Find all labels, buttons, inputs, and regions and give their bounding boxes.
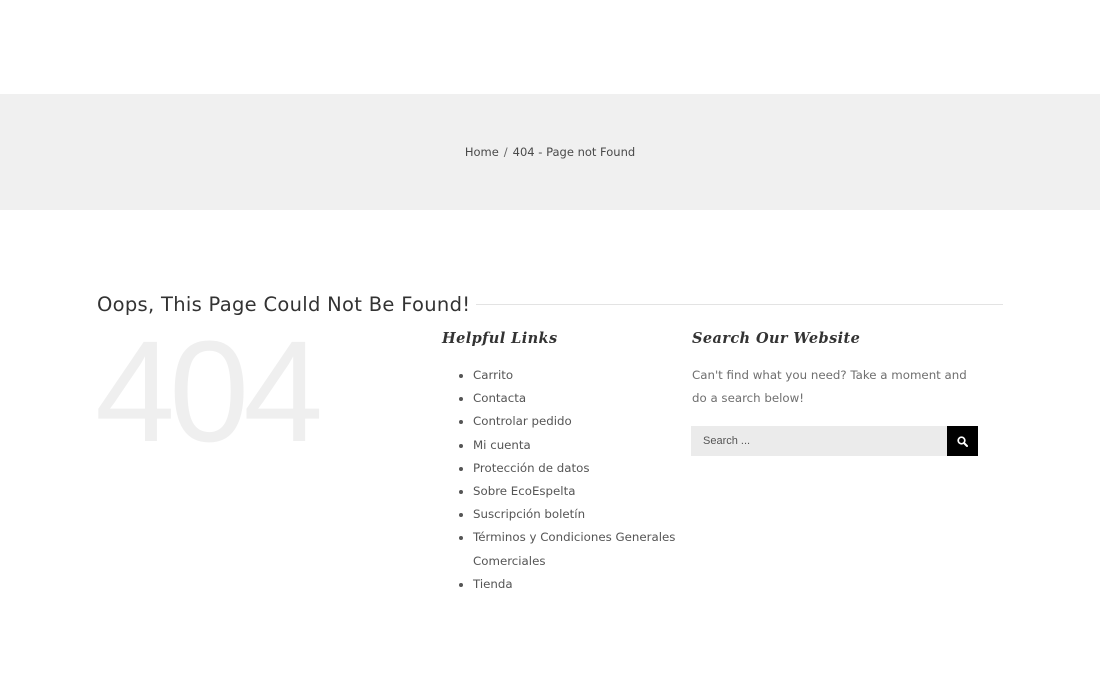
helpful-link-contacta[interactable]: Contacta: [473, 391, 526, 405]
list-item: Carrito: [459, 364, 679, 387]
breadcrumb-separator: /: [503, 145, 508, 159]
search-input[interactable]: [691, 426, 947, 456]
helpful-links-title: Helpful Links: [442, 330, 558, 347]
search-button[interactable]: [947, 426, 978, 456]
list-item: Suscripción boletín: [459, 503, 679, 526]
list-item: Contacta: [459, 387, 679, 410]
helpful-link-carrito[interactable]: Carrito: [473, 368, 513, 382]
helpful-link-mi-cuenta[interactable]: Mi cuenta: [473, 438, 531, 452]
page-title-bar: Home / 404 - Page not Found: [0, 94, 1100, 210]
search-title: Search Our Website: [692, 330, 861, 347]
site-header: [0, 0, 1100, 94]
helpful-link-tienda[interactable]: Tienda: [473, 577, 513, 591]
search-description: Can't find what you need? Take a moment …: [692, 368, 967, 406]
breadcrumb-current: 404 - Page not Found: [512, 145, 636, 159]
list-item: Protección de datos: [459, 457, 679, 480]
list-item: Sobre EcoEspelta: [459, 480, 679, 503]
helpful-link-proteccion-datos[interactable]: Protección de datos: [473, 461, 590, 475]
helpful-link-sobre-ecoespelta[interactable]: Sobre EcoEspelta: [473, 484, 575, 498]
list-item: Términos y Condiciones Generales Comerci…: [459, 526, 679, 572]
helpful-link-terminos-condiciones[interactable]: Términos y Condiciones Generales Comerci…: [473, 530, 675, 567]
list-item: Mi cuenta: [459, 434, 679, 457]
breadcrumb: Home / 404 - Page not Found: [465, 145, 635, 159]
big-404-number: 404: [95, 311, 323, 472]
helpful-link-suscripcion-boletin[interactable]: Suscripción boletín: [473, 507, 585, 521]
breadcrumb-home-link[interactable]: Home: [465, 145, 499, 159]
search-form: [691, 426, 978, 456]
helpful-links-list: Carrito Contacta Controlar pedido Mi cue…: [459, 364, 679, 596]
list-item: Tienda: [459, 573, 679, 596]
list-item: Controlar pedido: [459, 410, 679, 433]
heading-divider: [476, 303, 1003, 305]
helpful-link-controlar-pedido[interactable]: Controlar pedido: [473, 414, 572, 428]
search-icon: [957, 435, 968, 447]
